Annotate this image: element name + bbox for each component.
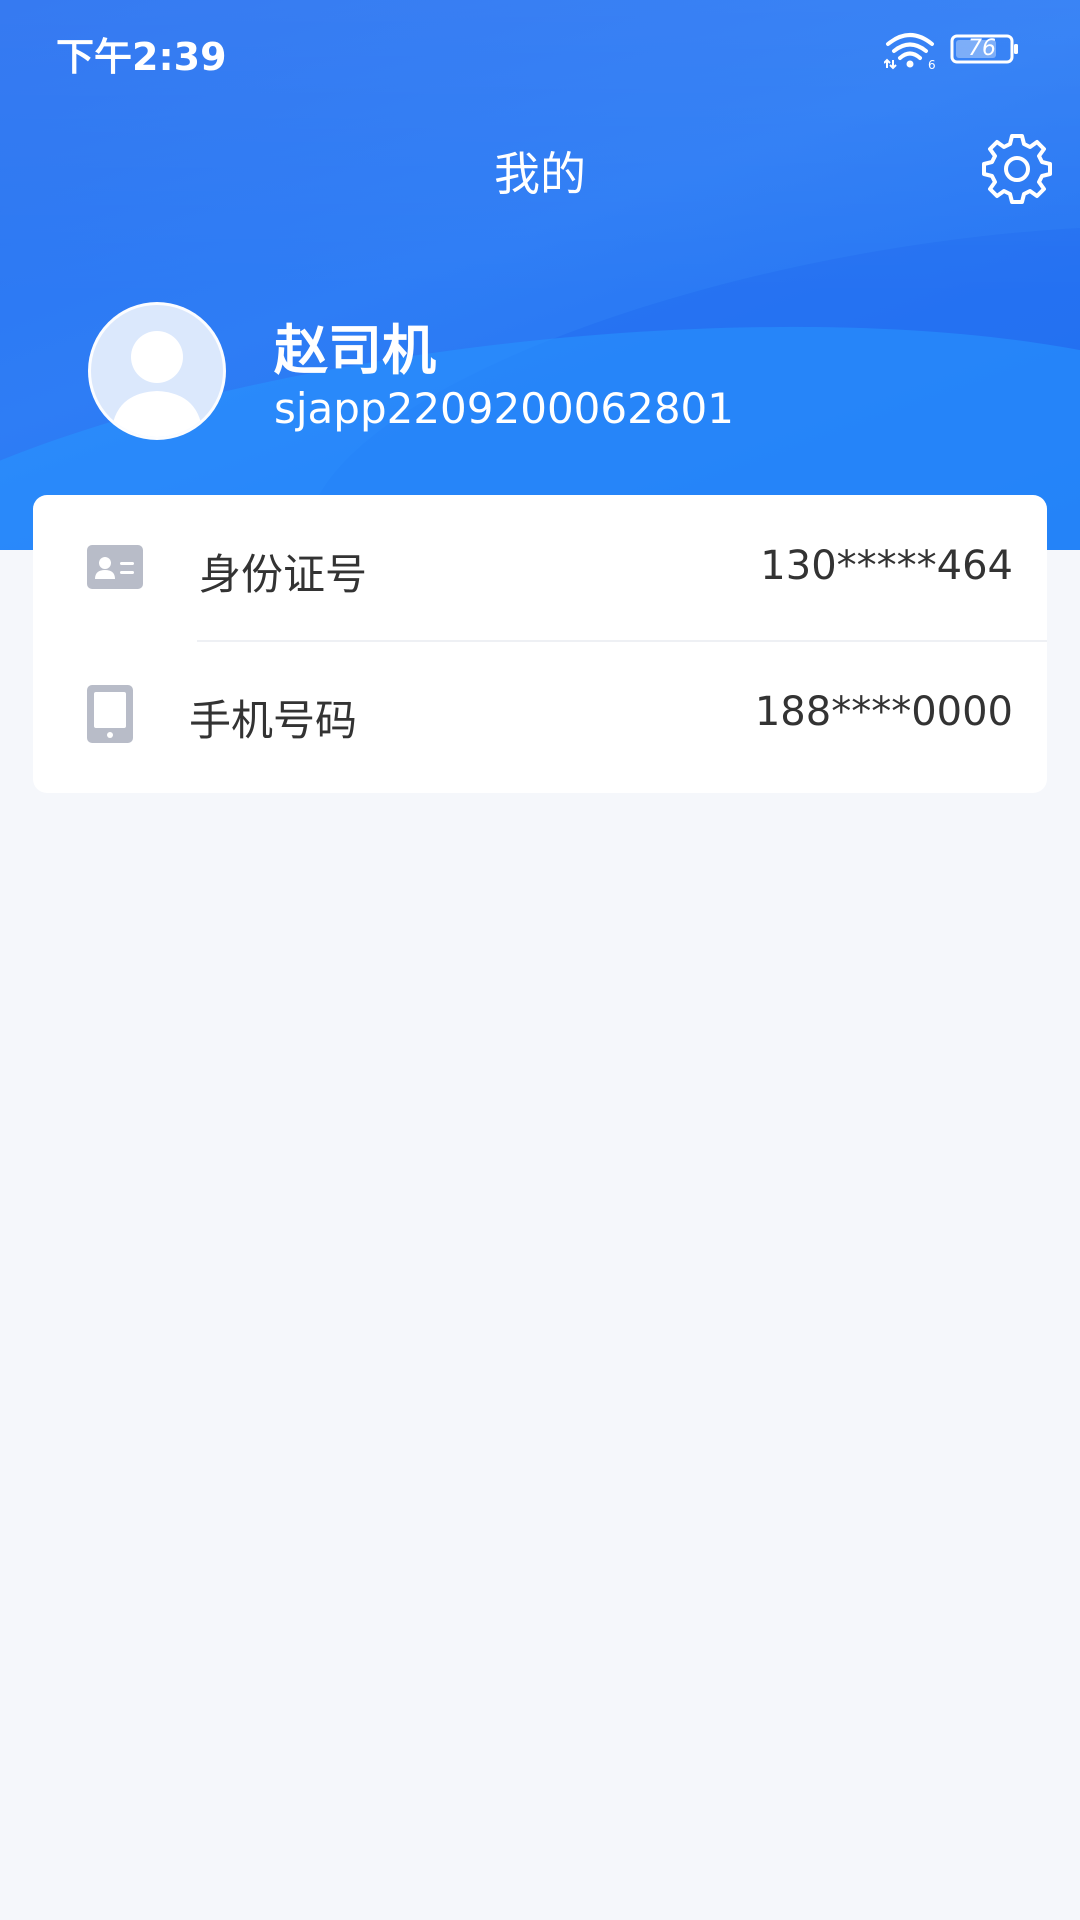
info-card: 身份证号 130*****464 手机号码 188****0000 [33,495,1047,793]
status-bar: 下午2:39 6 76 [0,0,1080,100]
info-row-label: 身份证号 [199,550,368,599]
battery-level-text: 76 [968,36,996,61]
info-row-value: 130*****464 [760,543,1013,589]
svg-text:6: 6 [928,58,936,70]
settings-gear-icon[interactable] [982,134,1052,204]
wifi-icon: 6 [884,33,936,70]
phone-icon [87,685,133,743]
user-account: sjapp2209200062801 [274,384,734,433]
info-row-label: 手机号码 [189,696,358,745]
user-silhouette-icon [111,331,203,437]
user-name: 赵司机 [274,319,436,382]
avatar[interactable] [88,302,226,440]
status-time: 下午2:39 [56,35,227,79]
id-card-icon [87,545,143,589]
mine-page: 下午2:39 6 76 我的 赵司机 sjapp2209200062801 身份… [0,0,1080,1920]
page-title: 我的 [494,147,586,201]
info-row-id-number[interactable]: 身份证号 130*****464 [33,495,1047,641]
info-row-value: 188****0000 [754,689,1013,735]
info-row-phone-number[interactable]: 手机号码 188****0000 [33,641,1047,787]
